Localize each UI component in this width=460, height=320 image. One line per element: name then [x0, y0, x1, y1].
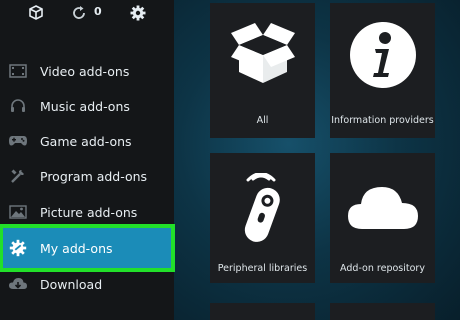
- film-icon: [8, 62, 28, 80]
- update-count: 0: [94, 5, 102, 18]
- topbar: 0: [0, 0, 174, 28]
- cloud-download-icon: [8, 275, 28, 293]
- refresh-icon[interactable]: [70, 4, 88, 22]
- tile-all[interactable]: All: [210, 3, 315, 138]
- sidebar-item-picture-addons[interactable]: Picture add-ons: [0, 195, 174, 229]
- sidebar-item-music-addons[interactable]: Music add-ons: [0, 89, 174, 123]
- gear-icon[interactable]: [129, 4, 147, 22]
- tile-label: All: [256, 115, 269, 126]
- sidebar-item-program-addons[interactable]: Program add-ons: [0, 159, 174, 193]
- sidebar-item-label: Music add-ons: [40, 98, 130, 114]
- sidebar-item-label: Picture add-ons: [40, 204, 138, 220]
- tile-addon-repository[interactable]: Add-on repository: [330, 153, 435, 283]
- puzzle-gear-icon: [8, 239, 28, 257]
- sidebar-item-video-addons[interactable]: Video add-ons: [0, 54, 174, 88]
- tile-label: Peripheral libraries: [217, 263, 308, 274]
- tile-peripheral-libraries[interactable]: Peripheral libraries: [210, 153, 315, 283]
- info-icon: [349, 21, 417, 93]
- sidebar-item-game-addons[interactable]: Game add-ons: [0, 124, 174, 158]
- tile-information-providers[interactable]: Information providers: [330, 3, 435, 138]
- cloud-icon: [346, 183, 420, 235]
- sidebar-item-label: Game add-ons: [40, 133, 132, 149]
- headphones-icon: [8, 97, 28, 115]
- dropbox-icon[interactable]: [27, 4, 45, 22]
- tile-partial[interactable]: [330, 303, 435, 320]
- sidebar-item-label: Program add-ons: [40, 168, 148, 184]
- tile-label: Add-on repository: [340, 263, 425, 274]
- sidebar: 0 Video add-ons Music add-ons Game add-o…: [0, 0, 175, 320]
- sidebar-item-label: My add-ons: [40, 240, 113, 256]
- tools-icon: [8, 167, 28, 185]
- sidebar-item-label: Download: [40, 276, 103, 292]
- picture-icon: [8, 203, 28, 221]
- tile-partial[interactable]: [210, 303, 315, 320]
- sidebar-item-download[interactable]: Download: [0, 267, 174, 301]
- sidebar-item-label: Video add-ons: [40, 63, 130, 79]
- open-box-icon: [227, 23, 299, 89]
- sidebar-item-my-addons[interactable]: My add-ons: [0, 224, 175, 272]
- tile-label: Information providers: [331, 115, 434, 126]
- gamepad-icon: [8, 132, 28, 150]
- remote-icon: [233, 172, 293, 249]
